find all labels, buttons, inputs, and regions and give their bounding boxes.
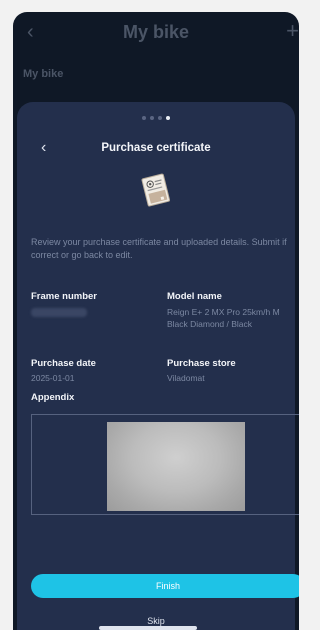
pager-dots <box>17 116 295 120</box>
frame-number-value-redacted <box>31 308 87 317</box>
background-subtitle: My bike <box>23 68 64 80</box>
sheet-description: Review your purchase certificate and upl… <box>31 237 287 260</box>
plus-icon[interactable]: + <box>286 20 299 42</box>
model-name-label: Model name <box>167 291 222 302</box>
sheet-title: Purchase certificate <box>101 142 211 154</box>
frame-number-label: Frame number <box>31 291 97 302</box>
background-header: ‹ My bike + <box>13 12 299 56</box>
purchase-date-value: 2025-01-01 <box>31 373 75 383</box>
certificate-icon <box>141 173 170 207</box>
pager-dot <box>142 116 146 120</box>
background-title: My bike <box>122 22 190 42</box>
pager-dot-active <box>166 116 170 120</box>
skip-link[interactable]: Skip <box>17 616 295 626</box>
purchase-store-label: Purchase store <box>167 358 236 369</box>
pager-dot <box>150 116 154 120</box>
pager-dot <box>158 116 162 120</box>
purchase-certificate-sheet: ‹ Purchase certificate Review your purch… <box>17 102 299 630</box>
purchase-date-label: Purchase date <box>31 358 96 369</box>
finish-button[interactable]: Finish <box>31 574 299 598</box>
phone-screen: ‹ My bike + My bike ‹ Purchase certifica… <box>13 12 299 630</box>
appendix-image-preview[interactable] <box>107 422 245 511</box>
home-indicator <box>99 626 197 630</box>
appendix-label: Appendix <box>31 392 75 403</box>
model-name-value: Reign E+ 2 MX Pro 25km/h M Black Diamond… <box>167 307 280 329</box>
appendix-attachment[interactable] <box>31 414 299 515</box>
purchase-store-value: Viladomat <box>167 373 205 383</box>
